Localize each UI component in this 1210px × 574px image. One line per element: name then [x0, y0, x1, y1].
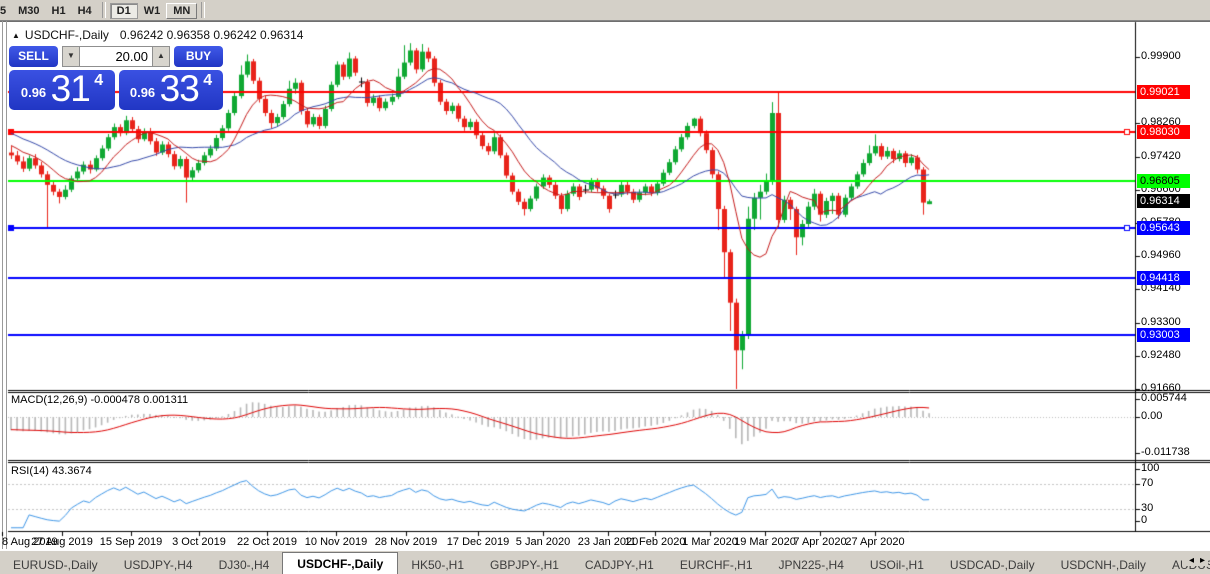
hline-price-label: 0.96805 [1137, 174, 1190, 188]
chart-ohlc-values: 0.96242 0.96358 0.96242 0.96314 [120, 28, 304, 42]
chart-tab-jpn225-h4[interactable]: JPN225-,H4 [766, 554, 857, 574]
hline-price-label: 0.93003 [1137, 328, 1190, 342]
sell-pips: 31 [51, 68, 90, 109]
chart-symbol-period: USDCHF-,Daily [25, 28, 109, 42]
price-axis-tick-label: 0.97420 [1141, 150, 1181, 162]
collapse-arrow-icon[interactable]: ▲ [12, 31, 20, 40]
volume-decrease-button[interactable]: ▼ [62, 46, 80, 67]
chart-tab-usdcnh-daily[interactable]: USDCNH-,Daily [1048, 554, 1159, 574]
date-axis-label: 17 Dec 2019 [447, 536, 509, 548]
chart-tab-eurchf-h1[interactable]: EURCHF-,H1 [667, 554, 766, 574]
date-axis-label: 3 Oct 2019 [172, 536, 226, 548]
buy-pipette: 4 [203, 72, 212, 89]
rsi-value: 43.3674 [52, 465, 92, 477]
rsi-axis-label: 0 [1141, 514, 1147, 526]
date-axis-label: 28 Nov 2019 [375, 536, 437, 548]
rsi-indicator-label: RSI(14) 43.3674 [11, 465, 92, 477]
hline-price-label: 0.98030 [1137, 125, 1190, 139]
buy-big-figure: 0.96 [130, 85, 155, 100]
macd-values: -0.000478 0.001311 [90, 394, 188, 406]
date-axis-label: 10 Nov 2019 [305, 536, 367, 548]
price-axis-tick-label: 0.92480 [1141, 349, 1181, 361]
buy-price-box[interactable]: 0.96 33 4 [119, 70, 223, 110]
mt4-window: 5M30H1H4D1W1MN ▲USDCHF-,Daily0.96242 0.9… [0, 0, 1210, 574]
sell-price-box[interactable]: 0.96 31 4 [9, 70, 115, 110]
chart-tab-usdcad-daily[interactable]: USDCAD-,Daily [937, 554, 1048, 574]
price-axis-tick-label: 0.93300 [1141, 316, 1181, 328]
chart-tab-usdchf-daily[interactable]: USDCHF-,Daily [282, 552, 398, 574]
chart-tab-eurusd-daily[interactable]: EURUSD-,Daily [0, 554, 111, 574]
date-axis-label: 7 Apr 2020 [793, 536, 846, 548]
buy-button[interactable]: BUY [174, 46, 223, 67]
date-axis-label: 11 Feb 2020 [625, 536, 686, 548]
sell-big-figure: 0.96 [21, 85, 46, 100]
chart-tab-usoil-h1[interactable]: USOil-,H1 [857, 554, 937, 574]
sell-pipette: 4 [94, 72, 103, 89]
rsi-axis-label: 30 [1141, 502, 1153, 514]
macd-axis-label: 0.00 [1141, 410, 1162, 422]
chart-tab-bar: EURUSD-,DailyUSDJPY-,H4DJ30-,H4USDCHF-,D… [0, 550, 1210, 574]
tab-scroll-right-icon[interactable]: ▸ [1200, 555, 1205, 566]
buy-pips: 33 [160, 68, 199, 109]
current-price-label: 0.96314 [1137, 194, 1190, 208]
date-axis-label: 27 Aug 2019 [31, 536, 93, 548]
chart-tab-dj30-h4[interactable]: DJ30-,H4 [206, 554, 283, 574]
date-axis-label: 1 Mar 2020 [682, 536, 738, 548]
chart-tab-usdjpy-h4[interactable]: USDJPY-,H4 [111, 554, 206, 574]
date-axis-label: 15 Sep 2019 [100, 536, 162, 548]
rsi-axis-label: 70 [1141, 477, 1153, 489]
tab-scroll-left-icon[interactable]: ◂ [1189, 555, 1194, 566]
price-axis-tick-label: 0.94960 [1141, 249, 1181, 261]
price-axis-tick-label: 0.99900 [1141, 50, 1181, 62]
macd-axis-label: -0.011738 [1141, 446, 1190, 458]
tab-scroll-arrows: ◂▸ [1182, 555, 1208, 566]
chart-title: ▲ USDCHF-,Daily 0.96242 0.96358 0.96242 0.… [12, 28, 303, 42]
hline-price-label: 0.99021 [1137, 85, 1190, 99]
macd-axis-label: 0.005744 [1141, 392, 1187, 404]
date-axis-label: 22 Oct 2019 [237, 536, 297, 548]
date-axis-label: 19 Mar 2020 [734, 536, 796, 548]
one-click-trading-panel: SELL ▼ 20.00 ▲ BUY 0.96 31 4 0.96 33 4 [9, 46, 223, 110]
sell-button[interactable]: SELL [9, 46, 58, 67]
chart-tab-hk50-h1[interactable]: HK50-,H1 [398, 554, 477, 574]
date-axis-label: 5 Jan 2020 [516, 536, 570, 548]
macd-indicator-label: MACD(12,26,9) -0.000478 0.001311 [11, 394, 188, 406]
volume-increase-button[interactable]: ▲ [152, 46, 170, 67]
rsi-axis-label: 100 [1141, 462, 1159, 474]
volume-field[interactable]: 20.00 [80, 46, 152, 67]
hline-price-label: 0.94418 [1137, 271, 1190, 285]
hline-price-label: 0.95643 [1137, 221, 1190, 235]
chart-tab-cadjpy-h1[interactable]: CADJPY-,H1 [572, 554, 667, 574]
date-axis-label: 27 Apr 2020 [845, 536, 904, 548]
chart-tab-gbpjpy-h1[interactable]: GBPJPY-,H1 [477, 554, 572, 574]
